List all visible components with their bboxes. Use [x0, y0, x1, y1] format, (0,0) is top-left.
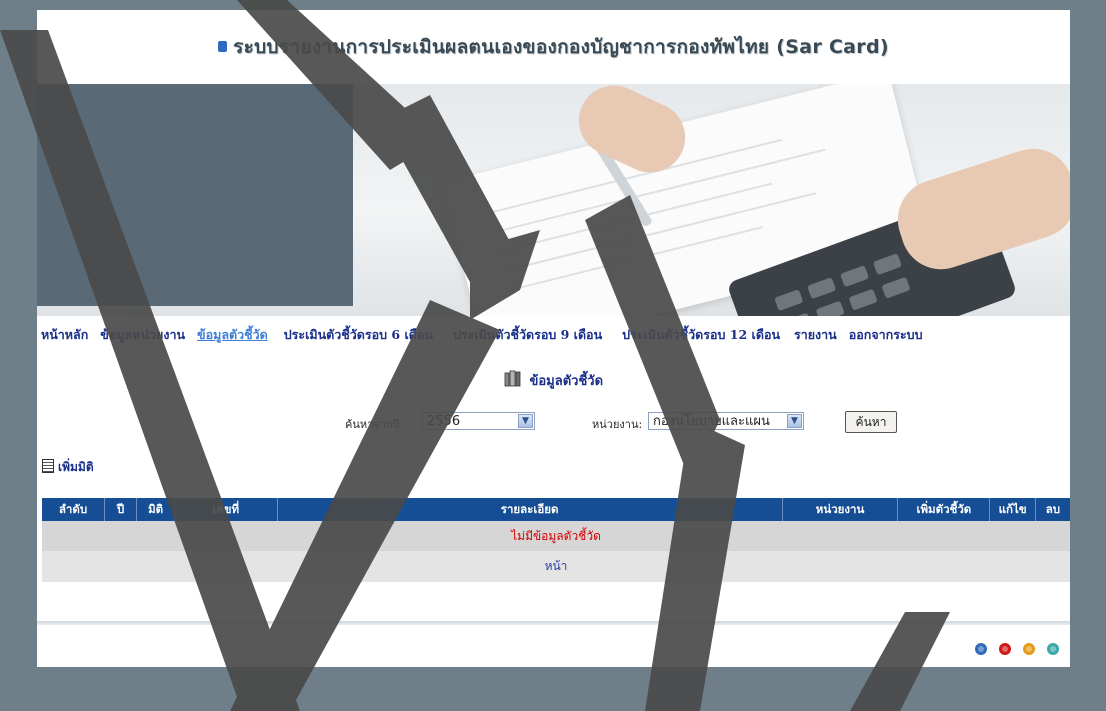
nav-item-assess-12-months[interactable]: ประเมินตัวชี้วัดรอบ 12 เดือน — [608, 325, 786, 345]
year-select-value: 2556 — [427, 414, 461, 429]
col-number: เลขที่ — [174, 498, 278, 521]
nav-item-logout[interactable]: ออกจากระบบ — [843, 325, 929, 345]
col-order: ลำดับ — [42, 498, 105, 521]
col-delete: ลบ — [1035, 498, 1070, 521]
col-dimension: มิติ — [136, 498, 176, 521]
chevron-down-icon[interactable]: ▼ — [787, 414, 802, 428]
section-title: ข้อมูลตัวชี้วัด — [37, 370, 1070, 391]
red-dot-icon — [999, 643, 1011, 655]
page-title-text: ระบบรายงานการประเมินผลตนเองของกองบัญชากา… — [233, 36, 889, 58]
nav-item-assess-9-months[interactable]: ประเมินตัวชี้วัดรอบ 9 เดือน — [439, 325, 608, 345]
chevron-down-icon[interactable]: ▼ — [518, 414, 533, 428]
search-button[interactable]: ค้นหา — [845, 411, 897, 433]
header-banner — [37, 84, 1070, 316]
year-label: ค้นหาจากปี : — [345, 418, 407, 431]
pager-label[interactable]: หน้า — [42, 551, 1070, 582]
main-nav: หน้าหลัก ข้อมูลหน่วยงาน ข้อมูลตัวชี้วัด … — [37, 320, 1070, 350]
col-year: ปี — [104, 498, 138, 521]
nav-item-home[interactable]: หน้าหลัก — [37, 325, 94, 345]
table-row-pager: หน้า — [42, 551, 1070, 582]
nav-item-indicator-info[interactable]: ข้อมูลตัวชี้วัด — [191, 325, 274, 345]
bullet-icon — [218, 41, 228, 52]
add-dimension-link[interactable]: เพิ่มมิติ — [42, 458, 94, 477]
col-edit: แก้ไข — [989, 498, 1036, 521]
unit-label: หน่วยงาน: — [592, 418, 643, 431]
teal-dot-icon — [1047, 643, 1059, 655]
empty-message: ไม่มีข้อมูลตัวชี้วัด — [42, 521, 1070, 551]
banner-dark-panel — [37, 84, 353, 306]
table-header-row: ลำดับ ปี มิติ เลขที่ รายละเอียด หน่วยงาน… — [42, 498, 1070, 521]
orange-dot-icon — [1023, 643, 1035, 655]
page-title: ระบบรายงานการประเมินผลตนเองของกองบัญชากา… — [37, 32, 1070, 62]
year-select[interactable]: 2556 ▼ — [422, 412, 535, 430]
books-icon — [504, 370, 521, 387]
add-dimension-label: เพิ่มมิติ — [58, 460, 94, 474]
unit-select[interactable]: กองนโยบายและแผน ▼ — [648, 412, 804, 430]
col-add-indicator: เพิ่มตัวชี้วัด — [897, 498, 991, 521]
section-title-text: ข้อมูลตัวชี้วัด — [529, 374, 604, 389]
col-unit: หน่วยงาน — [782, 498, 899, 521]
table-row-empty: ไม่มีข้อมูลตัวชี้วัด — [42, 521, 1070, 551]
blue-dot-icon — [975, 643, 987, 655]
nav-item-report[interactable]: รายงาน — [786, 325, 843, 345]
document-icon — [42, 459, 54, 473]
col-detail: รายละเอียด — [277, 498, 783, 521]
banner-hand-right — [887, 138, 1070, 280]
indicator-table: ลำดับ ปี มิติ เลขที่ รายละเอียด หน่วยงาน… — [42, 498, 1070, 582]
unit-select-value: กองนโยบายและแผน — [653, 414, 770, 429]
page-container: ระบบรายงานการประเมินผลตนเองของกองบัญชากา… — [37, 10, 1070, 667]
nav-item-unit-info[interactable]: ข้อมูลหน่วยงาน — [94, 325, 191, 345]
footer-divider — [37, 621, 1070, 625]
nav-item-assess-6-months[interactable]: ประเมินตัวชี้วัดรอบ 6 เดือน — [274, 325, 439, 345]
